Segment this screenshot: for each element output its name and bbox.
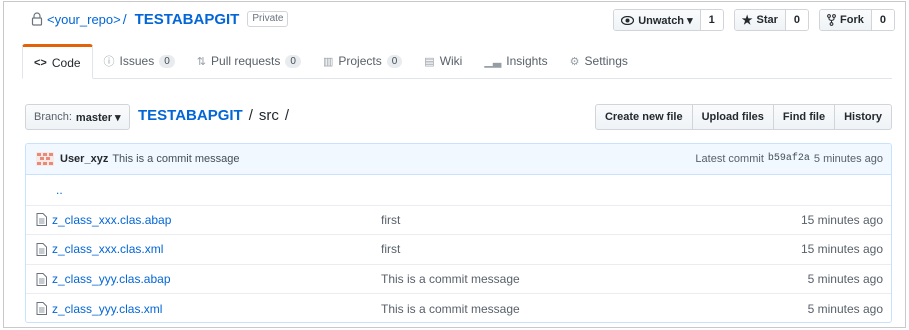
file-list: User_xyz This is a commit message Latest… — [25, 143, 892, 323]
repo-path-separator: / — [122, 11, 127, 27]
repo-name-link[interactable]: TESTABAPGIT — [135, 11, 240, 28]
breadcrumb-separator: / — [284, 107, 290, 124]
tab-code[interactable]: <> Code — [22, 44, 93, 79]
tab-pull-requests-label: Pull requests — [211, 54, 281, 68]
fork-icon — [827, 14, 836, 26]
file-commit-message-link[interactable]: This is a commit message — [381, 302, 520, 316]
upload-files-button[interactable]: Upload files — [691, 104, 774, 130]
issues-count-badge: 0 — [159, 54, 175, 68]
table-row: z_class_yyy.clas.abap This is a commit m… — [26, 263, 891, 294]
fork-button[interactable]: Fork — [820, 10, 872, 30]
star-icon: ★ — [741, 13, 753, 27]
tab-projects[interactable]: ▥ Projects 0 — [312, 44, 413, 78]
breadcrumb-repo-link[interactable]: TESTABAPGIT — [138, 107, 243, 124]
file-age: 5 minutes ago — [807, 301, 883, 316]
tab-settings[interactable]: ⚙ Settings — [559, 44, 639, 78]
issue-icon: ⓘ — [103, 56, 115, 68]
fork-label: Fork — [840, 14, 864, 26]
commit-sha-link[interactable]: b59af2a — [768, 153, 810, 165]
branch-label: Branch: — [34, 111, 72, 123]
project-icon: ▥ — [322, 55, 334, 68]
file-name-link[interactable]: z_class_xxx.clas.abap — [52, 213, 171, 227]
repo-nav-tabs: <> Code ⓘ Issues 0 ⇅ Pull requests 0 ▥ P… — [22, 44, 892, 79]
forks-count[interactable]: 0 — [871, 10, 894, 30]
gear-icon: ⚙ — [569, 55, 580, 68]
stars-count[interactable]: 0 — [785, 10, 809, 30]
branch-selector[interactable]: Branch: master ▾ — [25, 104, 130, 130]
tab-insights[interactable]: ▁▃ Insights — [473, 44, 558, 78]
commit-author-link[interactable]: User_xyz — [60, 153, 108, 165]
watchers-count[interactable]: 1 — [700, 10, 723, 30]
tab-issues-label: Issues — [119, 54, 155, 68]
graph-icon: ▁▃ — [484, 55, 502, 68]
table-row: z_class_yyy.clas.xml This is a commit me… — [26, 293, 891, 322]
avatar[interactable] — [36, 152, 54, 166]
file-name-link[interactable]: z_class_yyy.clas.abap — [52, 272, 171, 286]
repository-page: <your_repo> / TESTABAPGIT Private Unwatc… — [3, 1, 906, 328]
breadcrumb: TESTABAPGIT / src / — [138, 107, 289, 124]
breadcrumb-separator: / — [248, 107, 253, 124]
eye-icon — [621, 15, 635, 25]
wiki-icon: ▤ — [424, 55, 435, 68]
repo-header: <your_repo> / TESTABAPGIT Private — [31, 8, 289, 30]
repo-owner-link[interactable]: <your_repo> — [47, 12, 121, 27]
file-age: 5 minutes ago — [807, 272, 883, 287]
tab-code-label: Code — [51, 55, 81, 70]
code-icon: <> — [34, 56, 47, 69]
star-button[interactable]: ★ Star — [734, 10, 786, 30]
find-file-button[interactable]: Find file — [772, 104, 836, 130]
latest-commit-age: 5 minutes ago — [813, 153, 883, 165]
unwatch-label: Unwatch ▾ — [638, 14, 693, 27]
watch-control: Unwatch ▾ 1 — [613, 9, 724, 31]
up-directory-row[interactable]: .. — [26, 175, 891, 205]
pull-requests-count-badge: 0 — [285, 54, 301, 68]
branch-value: master ▾ — [75, 111, 121, 124]
table-row: z_class_xxx.clas.xml first 15 minutes ag… — [26, 234, 891, 264]
tab-wiki-label: Wiki — [439, 54, 463, 68]
file-action-buttons: Create new file Upload files Find file H… — [594, 104, 892, 130]
breadcrumb-current-dir: src — [258, 107, 279, 124]
file-name-link[interactable]: z_class_yyy.clas.xml — [52, 302, 162, 316]
file-name-link[interactable]: z_class_xxx.clas.xml — [52, 242, 163, 256]
fork-control: Fork 0 — [819, 9, 895, 31]
file-commit-message-link[interactable]: This is a commit message — [381, 272, 520, 286]
file-icon — [36, 272, 47, 286]
private-badge: Private — [247, 11, 289, 27]
file-icon — [36, 213, 47, 227]
up-directory-link[interactable]: .. — [56, 183, 63, 197]
tab-projects-label: Projects — [338, 54, 382, 68]
file-commit-message-link[interactable]: first — [381, 242, 400, 256]
tab-settings-label: Settings — [584, 54, 628, 68]
star-label: Star — [756, 14, 778, 26]
latest-commit-bar: User_xyz This is a commit message Latest… — [26, 144, 891, 175]
repo-actions: Unwatch ▾ 1 ★ Star 0 Fork 0 — [613, 9, 895, 31]
file-navigation: Branch: master ▾ TESTABAPGIT / src / Cre… — [25, 104, 892, 130]
file-age: 15 minutes ago — [800, 242, 883, 257]
projects-count-badge: 0 — [386, 54, 403, 68]
pull-request-icon: ⇅ — [196, 55, 207, 68]
create-new-file-button[interactable]: Create new file — [594, 104, 693, 130]
tab-issues[interactable]: ⓘ Issues 0 — [93, 44, 186, 78]
file-age: 15 minutes ago — [800, 212, 883, 227]
latest-commit-prefix: Latest commit — [695, 153, 764, 165]
unwatch-button[interactable]: Unwatch ▾ — [614, 10, 701, 30]
star-control: ★ Star 0 — [733, 9, 810, 31]
history-button[interactable]: History — [834, 104, 892, 130]
table-row: z_class_xxx.clas.abap first 15 minutes a… — [26, 204, 891, 235]
file-commit-message-link[interactable]: first — [381, 213, 400, 227]
file-icon — [36, 302, 47, 316]
tab-insights-label: Insights — [506, 54, 548, 68]
commit-message-link[interactable]: This is a commit message — [112, 153, 239, 165]
tab-pull-requests[interactable]: ⇅ Pull requests 0 — [186, 44, 312, 78]
tab-wiki[interactable]: ▤ Wiki — [413, 44, 473, 78]
latest-commit-info: Latest commit b59af2a 5 minutes ago — [695, 153, 883, 165]
lock-icon — [31, 12, 43, 26]
file-icon — [36, 242, 47, 256]
